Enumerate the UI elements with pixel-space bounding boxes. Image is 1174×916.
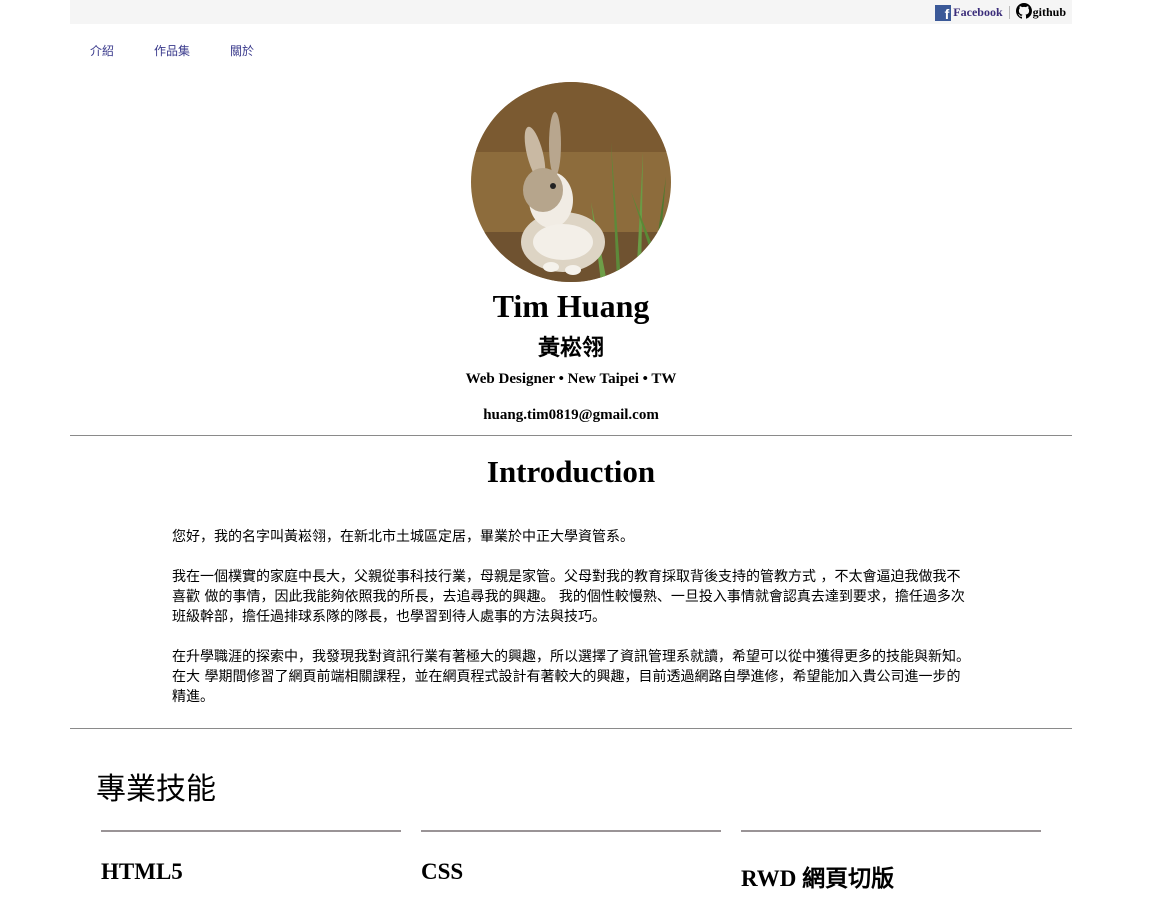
social-links: f Facebook github [935,2,1066,23]
facebook-icon: f [935,4,952,21]
github-link[interactable]: github [1015,2,1066,23]
skill-card-css: CSS [421,830,721,885]
github-icon [1015,2,1032,23]
profile-email: huang.tim0819@gmail.com [483,407,659,423]
profile-chinese-name: 黃崧翎 [537,336,604,361]
divider [70,435,1072,436]
page: f Facebook github 介紹 作品集 關於 Tim Huang 黃崧… [70,0,1072,916]
nav-item-about[interactable]: 關於 [230,42,254,59]
github-label: github [1032,5,1066,19]
skill-divider [101,830,401,832]
intro-paragraph: 我在一個樸實的家庭中長大，父親從事科技行業，母親是家管。父母對我的教育採取背後支… [172,569,965,625]
skill-divider [421,830,721,832]
facebook-label: Facebook [953,5,1003,19]
divider [70,728,1072,729]
skill-card-rwd: RWD 網頁切版 [741,830,1041,893]
intro-paragraph: 您好，我的名字叫黃崧翎，在新北市土城區定居，畢業於中正大學資管系。 [172,529,634,545]
intro-title: Introduction [486,454,656,489]
nav-item-portfolio[interactable]: 作品集 [154,42,190,59]
profile-name: Tim Huang [492,288,650,324]
facebook-link[interactable]: f Facebook [935,4,1003,21]
divider [1008,6,1010,19]
skill-card-html5: HTML5 [101,830,401,885]
nav-item-intro[interactable]: 介紹 [90,42,114,59]
avatar [471,82,671,282]
rabbit-photo [471,82,671,282]
skill-name: RWD 網頁切版 [741,866,895,891]
skill-divider [741,830,1041,832]
intro-text: 您好，我的名字叫黃崧翎，在新北市土城區定居，畢業於中正大學資管系。 我在一個樸實… [172,527,972,727]
top-bar: f Facebook github [70,0,1072,24]
skill-name: HTML5 [101,859,183,884]
skill-name: CSS [421,859,464,884]
skills-title: 專業技能 [96,772,216,807]
profile-role-line: Web Designer • New Taipei • TW [465,371,677,387]
intro-paragraph: 在升學職涯的探索中，我發現我對資訊行業有著極大的興趣，所以選擇了資訊管理系就讀，… [172,649,970,705]
main-nav: 介紹 作品集 關於 [90,42,294,59]
